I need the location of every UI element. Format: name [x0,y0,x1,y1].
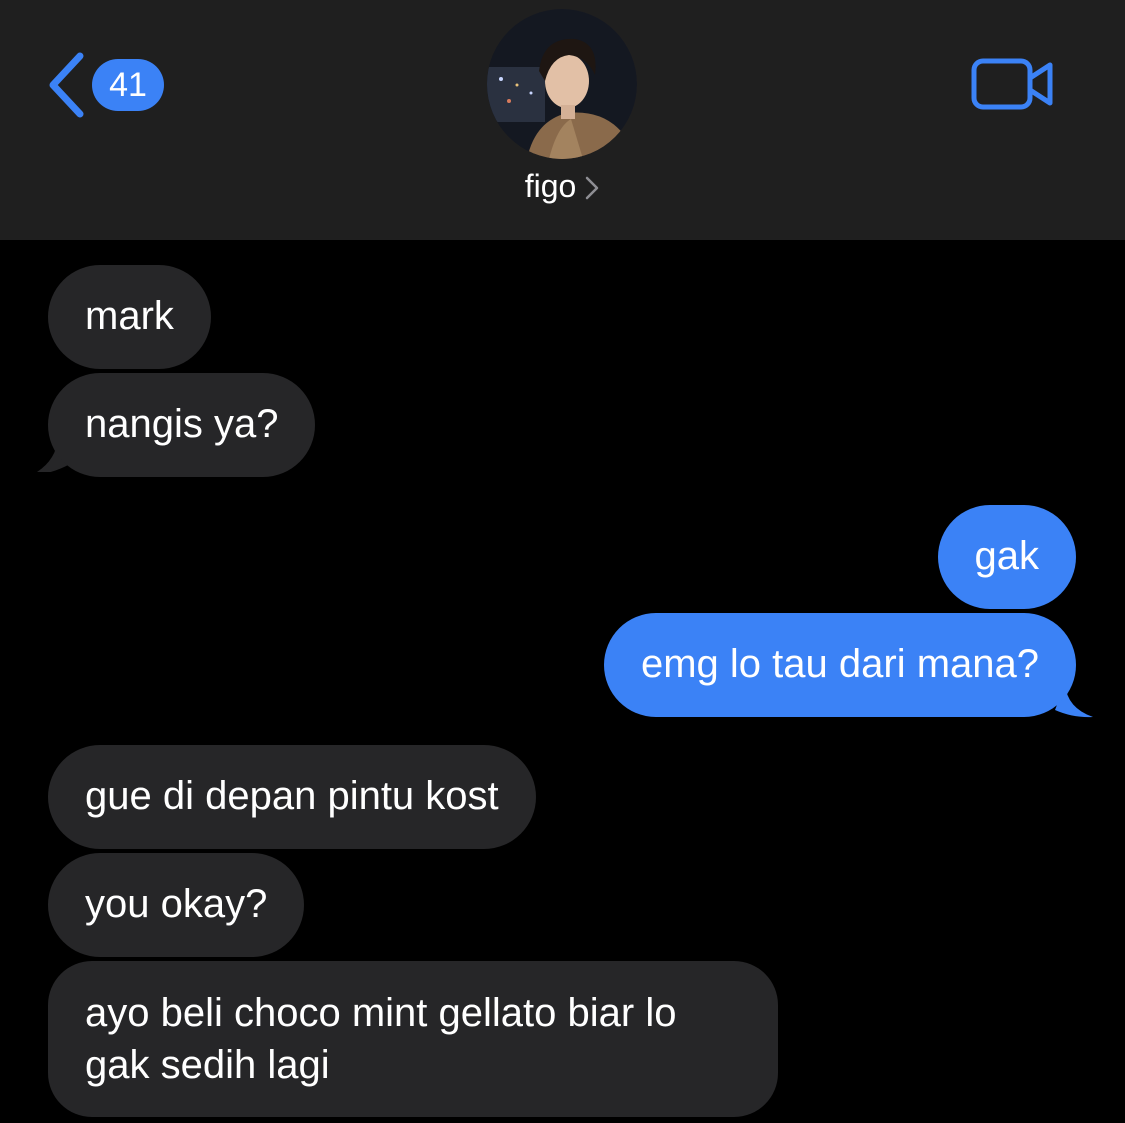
back-button[interactable]: 41 [44,50,164,120]
message-bubble-outgoing[interactable]: emg lo tau dari mana? [603,613,1076,717]
avatar[interactable] [487,9,637,159]
message-bubble-incoming[interactable]: nangis ya? [48,373,316,477]
message-bubble-incoming[interactable]: you okay? [48,853,305,957]
video-camera-icon[interactable] [970,56,1056,112]
message-thread[interactable]: mark nangis ya? gak emg lo tau dari mana… [0,240,1125,1123]
message-bubble-outgoing[interactable]: gak [937,505,1076,609]
conversation-header: 41 figo [0,0,1125,240]
chevron-right-icon [586,176,599,199]
message-bubble-incoming[interactable]: mark [48,265,211,369]
contact-name-button[interactable]: figo [0,168,1125,205]
avatar-photo [487,9,637,159]
message-bubble-incoming[interactable]: ayo beli choco mint gellato biar lo gak … [48,961,778,1117]
chevron-left-icon [49,52,84,118]
message-bubble-incoming[interactable]: gue di depan pintu kost [48,745,536,849]
unread-count-badge: 41 [92,59,164,111]
contact-name: figo [524,168,577,204]
